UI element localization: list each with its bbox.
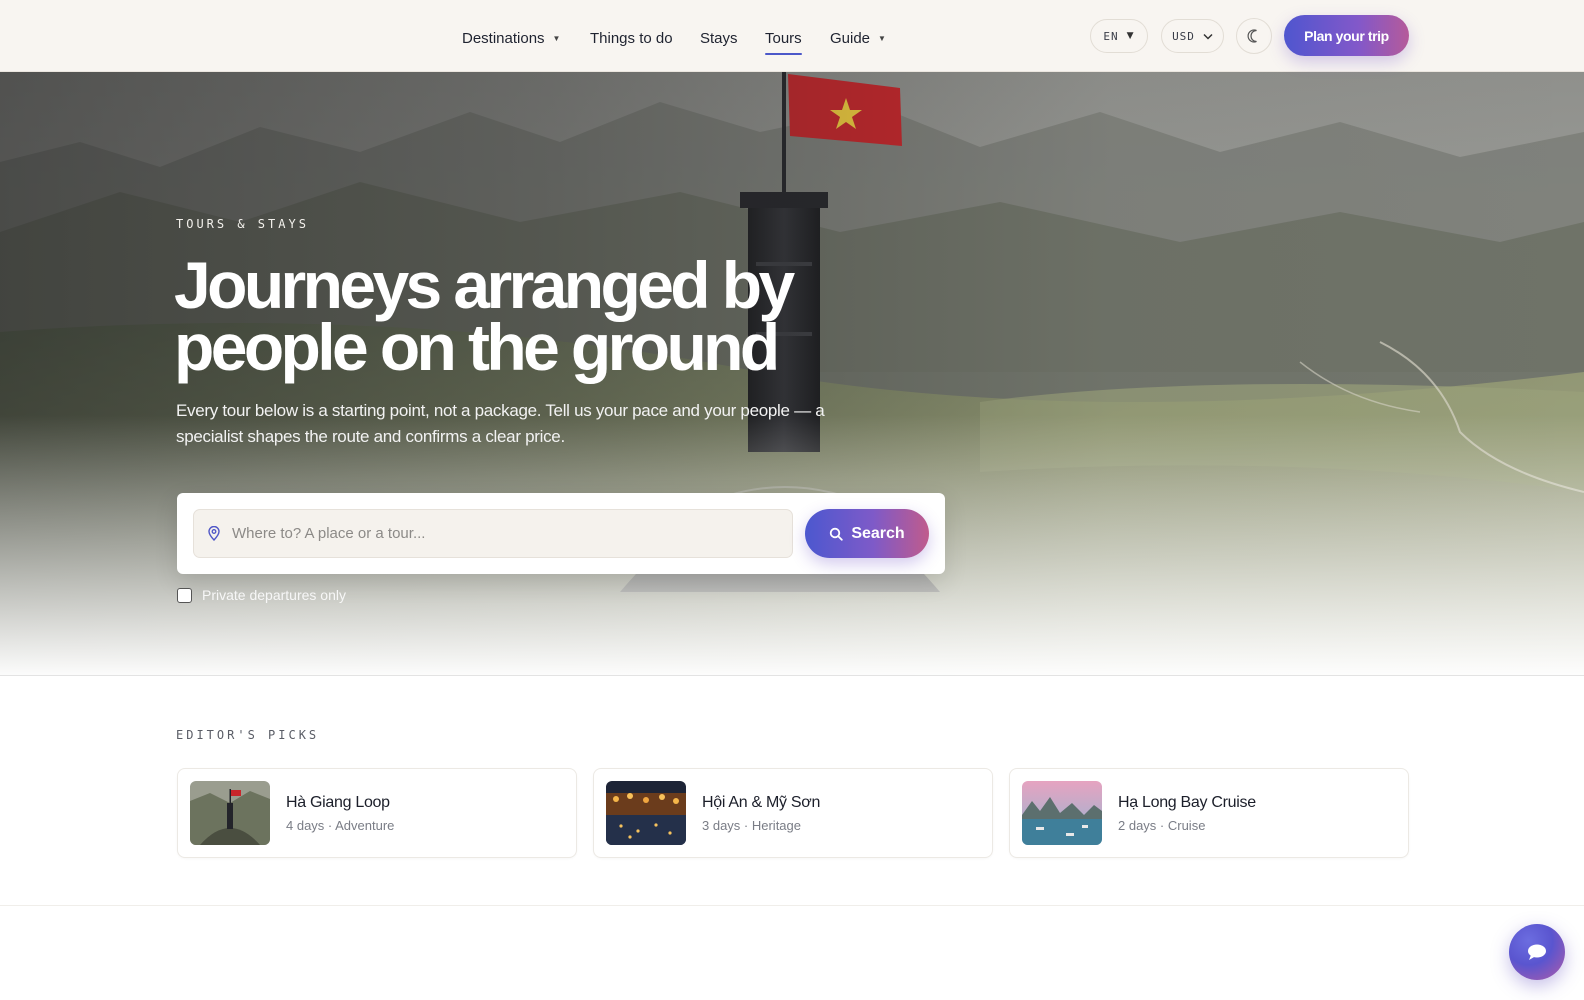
pick-thumbnail (606, 781, 686, 845)
nav-stays[interactable]: Stays (700, 24, 738, 52)
hero-title-line-1: Journeys arranged by (174, 248, 795, 322)
chat-button[interactable] (1509, 924, 1565, 980)
caret-down-icon: ▼ (552, 33, 561, 43)
search-card: Search (177, 493, 945, 574)
pick-name: Hội An & Mỹ Sơn (702, 793, 821, 811)
language-value: EN (1103, 29, 1119, 43)
map-pin-icon (208, 526, 220, 541)
pick-card-ha-long[interactable]: Hạ Long Bay Cruise 2 days · Cruise (1009, 768, 1409, 858)
nav-stays-label: Stays (700, 29, 738, 47)
caret-down-icon: ▼ (1126, 31, 1135, 41)
pick-thumbnail (190, 781, 270, 845)
section-divider (0, 905, 1584, 906)
moon-icon (1247, 29, 1257, 43)
search-button[interactable]: Search (805, 509, 929, 558)
nav-guide[interactable]: Guide ▼ (830, 24, 886, 52)
nav-things-to-do-label: Things to do (590, 29, 673, 47)
pick-thumbnail (1022, 781, 1102, 845)
pick-meta: 2 days · Cruise (1118, 817, 1206, 833)
search-field[interactable] (193, 509, 793, 558)
hero-title-line-2: people on the ground (174, 310, 780, 384)
picks-eyebrow: EDITOR'S PICKS (176, 728, 320, 742)
nav-tours[interactable]: Tours (765, 24, 802, 55)
chat-bubble-icon (1528, 944, 1546, 960)
pick-text: Hội An & Mỹ Sơn 3 days · Heritage (702, 794, 820, 833)
hero-section: TOURS & STAYS Journeys arranged by peopl… (0, 72, 1584, 676)
pick-card-hoi-an[interactable]: Hội An & Mỹ Sơn 3 days · Heritage (593, 768, 993, 858)
pick-name: Hà Giang Loop (286, 793, 390, 811)
nav-tours-label: Tours (765, 29, 802, 47)
private-departures-filter[interactable]: Private departures only (177, 587, 346, 603)
private-departures-checkbox[interactable] (177, 587, 192, 603)
search-button-label: Search (851, 524, 905, 542)
chevron-down-icon (1203, 33, 1213, 40)
hero-eyebrow: TOURS & STAYS (176, 217, 309, 231)
nav-destinations[interactable]: Destinations ▼ (462, 24, 560, 52)
pick-name: Hạ Long Bay Cruise (1118, 793, 1256, 811)
site-header: Destinations ▼ Things to do Stays Tours … (0, 0, 1584, 72)
language-select[interactable]: EN ▼ (1090, 19, 1148, 53)
pick-text: Hạ Long Bay Cruise 2 days · Cruise (1118, 794, 1256, 833)
editors-picks-list: Hà Giang Loop 4 days · Adventure Hội An … (177, 768, 1409, 858)
search-input[interactable] (232, 525, 772, 542)
currency-select[interactable]: USD (1161, 19, 1224, 53)
pick-meta: 3 days · Heritage (702, 817, 801, 833)
theme-toggle-button[interactable] (1236, 18, 1272, 54)
currency-value: USD (1172, 29, 1195, 43)
nav-guide-label: Guide (830, 29, 871, 47)
pick-text: Hà Giang Loop 4 days · Adventure (286, 794, 394, 833)
pick-card-ha-giang[interactable]: Hà Giang Loop 4 days · Adventure (177, 768, 577, 858)
nav-destinations-label: Destinations (462, 29, 545, 47)
search-icon (830, 527, 844, 541)
private-departures-label: Private departures only (202, 587, 346, 603)
pick-meta: 4 days · Adventure (286, 817, 395, 833)
caret-down-icon: ▼ (878, 33, 886, 43)
nav-things-to-do[interactable]: Things to do (590, 24, 673, 52)
hero-subtitle: Every tour below is a starting point, no… (176, 401, 825, 446)
plan-your-trip-button[interactable]: Plan your trip (1284, 15, 1409, 56)
hero-title: Journeys arranged by people on the groun… (174, 248, 874, 384)
